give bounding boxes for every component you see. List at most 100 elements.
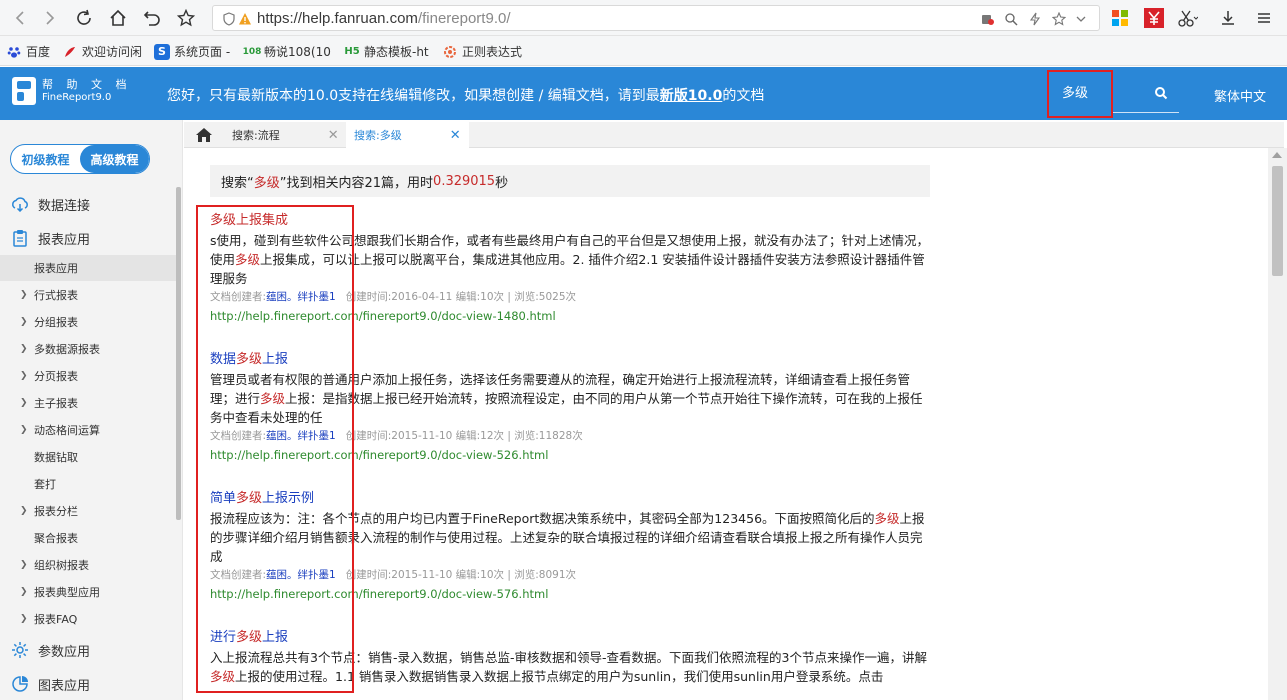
sidebar-item-label: 图表应用 [38, 678, 91, 694]
chevron-right-icon: ❯ [20, 317, 28, 327]
lightning-icon[interactable] [1027, 11, 1043, 27]
sidebar-subitem-aggregate[interactable]: 聚合报表 [0, 525, 176, 551]
bookmark-label: 静态模板-ht [364, 45, 429, 59]
undo-icon[interactable] [140, 6, 164, 30]
sidebar-subitem-paged-report[interactable]: ❯ 分页报表 [0, 363, 176, 389]
result-title-link[interactable]: 简单多级上报示例 [210, 490, 930, 508]
page-scrollbar-thumb[interactable] [1272, 166, 1283, 276]
h5-icon: H5 [344, 46, 360, 57]
title-text: 数据 [210, 352, 237, 367]
sidebar-item-data-connect[interactable]: 数据连接 [0, 189, 176, 219]
result-url[interactable]: http://help.finereport.com/finereport9.0… [210, 306, 930, 326]
scissors-icon[interactable] [1176, 6, 1200, 30]
sidebar-item-label: 分页报表 [34, 370, 78, 383]
reload-icon[interactable] [72, 6, 96, 30]
meta-stats: 创建时间:2016-04-11 编辑:10次 | 浏览:5025次 [345, 291, 577, 303]
warning-icon[interactable] [237, 11, 253, 27]
close-icon[interactable]: ✕ [328, 128, 339, 143]
address-bar[interactable]: https://help.fanruan.com/finereport9.0/ [212, 5, 1100, 31]
sidebar-subitem-row-report[interactable]: ❯ 行式报表 [0, 282, 176, 308]
sidebar-subitem-typical[interactable]: ❯ 报表典型应用 [0, 579, 176, 605]
bookmark-template[interactable]: H5 静态模板-ht [344, 43, 429, 60]
apps-grid-icon[interactable] [1108, 6, 1132, 30]
tab-label: 搜索:流程 [232, 129, 280, 142]
shield-icon[interactable] [221, 11, 237, 27]
notice-text: 您好，只有最新版本的10.0支持在线编辑修改，如果想创建 / 编辑文档，请到最 [167, 88, 660, 104]
close-icon[interactable]: ✕ [450, 128, 461, 143]
bookmark-regex[interactable]: 正则表达式 [442, 43, 522, 60]
forward-icon[interactable] [38, 6, 62, 30]
summary-keyword: 多级 [253, 175, 280, 191]
url-text[interactable]: https://help.fanruan.com/finereport9.0/ [257, 10, 511, 27]
author-link[interactable]: 蕴困。绊扑墨1 [266, 291, 336, 303]
title-highlight: 多级 [210, 213, 237, 228]
result-title-link[interactable]: 数据多级上报 [210, 351, 930, 369]
bookmark-star-icon[interactable] [174, 6, 198, 30]
download-icon[interactable] [1216, 6, 1240, 30]
result-url[interactable]: http://help.finereport.com/finereport9.0… [210, 445, 930, 465]
author-link[interactable]: 蕴困。绊扑墨1 [266, 430, 336, 442]
bookmark-welcome[interactable]: 欢迎访问闲 [62, 43, 142, 60]
sidebar-item-chart-app[interactable]: 图表应用 [0, 669, 176, 699]
scroll-up-arrow-icon[interactable] [1272, 152, 1282, 158]
clipboard-icon [10, 228, 30, 248]
chevron-down-icon[interactable] [1073, 11, 1089, 27]
sidebar-subitem-drill[interactable]: 数据钻取 [0, 444, 176, 470]
page-scrollbar[interactable] [1268, 148, 1287, 700]
favorite-star-icon[interactable] [1051, 11, 1067, 27]
result-meta: 文档创建者:蕴困。绊扑墨1 创建时间:2015-11-10 编辑:12次 | 浏… [210, 427, 930, 445]
logo-title: 帮 助 文 档 [42, 78, 132, 91]
result-url[interactable]: http://help.finereport.com/finereport9.0… [210, 584, 930, 604]
sidebar-subitem-multi-source[interactable]: ❯ 多数据源报表 [0, 336, 176, 362]
advanced-tutorial-button[interactable]: 高级教程 [80, 145, 149, 173]
result-title-link[interactable]: 多级上报集成 [210, 212, 930, 230]
tab-search-process[interactable]: 搜索:流程 ✕ [224, 122, 347, 148]
menu-icon[interactable] [1252, 6, 1276, 30]
bookmark-108[interactable]: 108 畅说108(10 [243, 43, 331, 60]
result-title-link[interactable]: 进行多级上报 [210, 629, 930, 647]
sidebar-subitem-overprint[interactable]: 套打 [0, 471, 176, 497]
sidebar-item-label: 聚合报表 [34, 532, 78, 545]
tab-search-multilevel[interactable]: 搜索:多级 ✕ [346, 122, 469, 148]
site-logo[interactable]: 帮 助 文 档 FineReport9.0 [12, 77, 132, 105]
bookmark-baidu[interactable]: 百度 [6, 43, 50, 60]
home-icon [196, 128, 212, 142]
sidebar-subitem-columns[interactable]: ❯ 报表分栏 [0, 498, 176, 524]
bookmark-system[interactable]: S 系统页面 - [154, 43, 230, 60]
traditional-chinese-link[interactable]: 繁体中文 [1214, 86, 1266, 105]
sidebar-subitem-group-report[interactable]: ❯ 分组报表 [0, 309, 176, 335]
chevron-right-icon: ❯ [20, 398, 28, 408]
title-text: 进行 [210, 630, 237, 645]
new-version-link[interactable]: 新版10.0 [660, 88, 723, 104]
sidebar-subitem-master-detail[interactable]: ❯ 主子报表 [0, 390, 176, 416]
author-link[interactable]: 蕴困。绊扑墨1 [266, 569, 336, 581]
sidebar-subitem-report-app[interactable]: 报表应用 [0, 255, 176, 281]
sidebar-item-label: 数据连接 [38, 198, 91, 214]
chevron-right-icon: ❯ [20, 290, 28, 300]
sidebar-item-label: 分组报表 [34, 316, 78, 329]
sidebar-item-report-app[interactable]: 报表应用 [0, 223, 176, 253]
bookmarks-bar: 百度 欢迎访问闲 S 系统页面 - 108 畅说108(10 H5 静态模板-h… [0, 36, 1287, 66]
sidebar-item-param-app[interactable]: 参数应用 [0, 635, 176, 665]
sidebar-subitem-dynamic-calc[interactable]: ❯ 动态格间运算 [0, 417, 176, 443]
logo-icon [12, 77, 36, 105]
basic-tutorial-button[interactable]: 初级教程 [11, 145, 80, 173]
sidebar-item-label: 行式报表 [34, 289, 78, 302]
version-notice: 您好，只有最新版本的10.0支持在线编辑修改，如果想创建 / 编辑文档，请到最新… [167, 85, 764, 105]
chevron-right-icon: ❯ [20, 614, 28, 624]
title-text: 上报示例 [262, 491, 315, 506]
search-icon[interactable] [1154, 86, 1168, 100]
bookmark-label: 正则表达式 [462, 45, 523, 59]
summary-middle: ”找到相关内容21篇，用时 [279, 175, 434, 191]
chevron-right-icon: ❯ [20, 560, 28, 570]
back-icon[interactable] [8, 6, 32, 30]
sidebar-subitem-faq[interactable]: ❯ 报表FAQ [0, 606, 176, 632]
home-tab[interactable] [190, 124, 218, 146]
home-icon[interactable] [106, 6, 130, 30]
block-icon[interactable] [979, 11, 995, 27]
zoom-icon[interactable] [1003, 11, 1019, 27]
yen-extension-icon[interactable] [1142, 6, 1166, 30]
sidebar-subitem-org-tree[interactable]: ❯ 组织树报表 [0, 552, 176, 578]
sidebar-scrollbar[interactable] [176, 187, 181, 520]
snippet-text: 上报集成，可以让上报可以脱离平台，集成进其他应用。2. 插件介绍2.1 安装插件… [210, 252, 925, 286]
